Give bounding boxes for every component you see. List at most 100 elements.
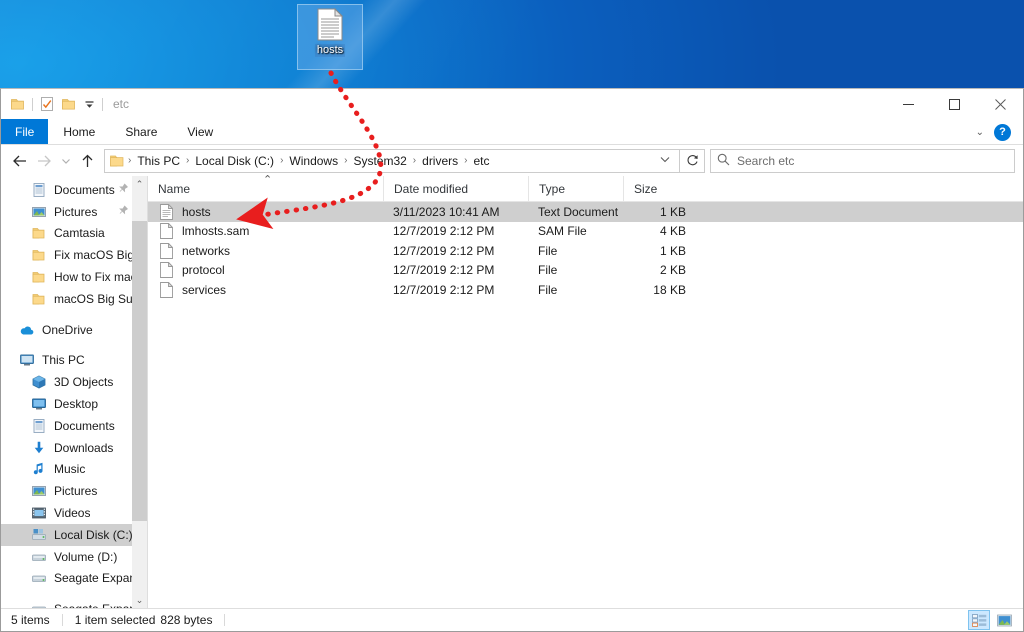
tab-home[interactable]: Home	[48, 119, 110, 144]
help-button[interactable]: ?	[994, 123, 1011, 141]
navigation-scrollbar[interactable]: ⌃ ⌄	[132, 176, 147, 608]
recent-locations-button[interactable]	[57, 148, 75, 173]
new-folder-icon[interactable]	[61, 96, 77, 112]
scrollbar-thumb[interactable]	[132, 221, 147, 521]
music-icon	[31, 461, 47, 477]
file-name: services	[182, 282, 227, 297]
file-type-cell: File	[538, 282, 558, 297]
breadcrumb-this-pc[interactable]: This PC	[132, 150, 185, 172]
maximize-button[interactable]	[931, 89, 977, 119]
refresh-button[interactable]	[680, 148, 705, 173]
sidebar-item-pictures-quick[interactable]: Pictures	[1, 201, 147, 223]
scroll-down-arrow-icon[interactable]: ⌄	[132, 592, 147, 608]
scrollbar-track[interactable]	[132, 192, 147, 592]
drive-icon	[31, 570, 47, 586]
breadcrumb-local-disk[interactable]: Local Disk (C:)	[190, 150, 279, 172]
close-button[interactable]	[977, 89, 1023, 119]
pictures-icon	[31, 483, 47, 499]
sidebar-item-desktop[interactable]: Desktop	[1, 393, 147, 415]
tab-view[interactable]: View	[172, 119, 228, 144]
generic-file-icon	[160, 242, 174, 259]
table-row[interactable]: networks 12/7/2019 2:12 PM File 1 KB	[148, 241, 1023, 261]
tab-file[interactable]: File	[1, 119, 49, 144]
sidebar-item-pictures[interactable]: Pictures	[1, 480, 147, 502]
file-name-cell: networks	[148, 242, 383, 259]
sidebar-item-3d-objects[interactable]: 3D Objects	[1, 371, 147, 393]
large-icons-view-button[interactable]	[993, 610, 1015, 630]
sidebar-item-downloads[interactable]: Downloads	[1, 437, 147, 459]
up-button[interactable]	[75, 148, 100, 173]
onedrive-icon	[19, 322, 35, 338]
sidebar-item-label: OneDrive	[42, 322, 93, 337]
sidebar-item-camtasia[interactable]: Camtasia	[1, 223, 147, 245]
sidebar-item-videos[interactable]: Videos	[1, 502, 147, 524]
table-row[interactable]: services 12/7/2019 2:12 PM File 18 KB	[148, 280, 1023, 300]
column-header-name[interactable]: Name ⌃	[148, 173, 383, 202]
tab-share[interactable]: Share	[110, 119, 172, 144]
table-row[interactable]: hosts 3/11/2023 10:41 AM Text Document 1…	[148, 202, 1023, 222]
back-button[interactable]	[7, 148, 32, 173]
sidebar-item-fix-macos-big-sur[interactable]: Fix macOS Big S	[1, 244, 147, 266]
column-header-size[interactable]: Size	[623, 175, 698, 202]
breadcrumb-drivers[interactable]: drivers	[417, 150, 463, 172]
breadcrumb-etc[interactable]: etc	[469, 150, 495, 172]
sidebar-item-this-pc[interactable]: This PC	[1, 350, 147, 372]
file-date-cell: 12/7/2019 2:12 PM	[393, 243, 495, 258]
sidebar-item-label: macOS Big Sur I	[54, 291, 144, 306]
search-box[interactable]: Search etc	[710, 148, 1015, 173]
minimize-button[interactable]	[885, 89, 931, 119]
folder-icon	[31, 225, 47, 241]
address-dropdown-icon[interactable]	[653, 155, 677, 166]
sidebar-item-documents[interactable]: Documents	[1, 415, 147, 437]
table-row[interactable]: lmhosts.sam 12/7/2019 2:12 PM SAM File 4…	[148, 222, 1023, 242]
folder-icon[interactable]	[10, 96, 26, 112]
properties-icon[interactable]	[39, 96, 55, 112]
file-name-cell: services	[148, 281, 383, 298]
sidebar-item-documents-quick[interactable]: Documents	[1, 179, 147, 201]
documents-icon	[31, 418, 47, 434]
sidebar-item-label: Documents	[54, 182, 115, 197]
sidebar-item-how-to-fix-macos[interactable]: How to Fix mac	[1, 266, 147, 288]
local-disk-icon	[31, 527, 47, 543]
sidebar-item-onedrive[interactable]: OneDrive	[1, 319, 147, 341]
column-header-date-modified[interactable]: Date modified	[383, 175, 528, 202]
search-icon	[717, 153, 730, 169]
nav-group-gap	[1, 589, 147, 598]
breadcrumb-system32[interactable]: System32	[348, 150, 411, 172]
scroll-up-arrow-icon[interactable]: ⌃	[132, 176, 147, 192]
sidebar-item-seagate-expansion-2[interactable]: Seagate Expansion	[1, 598, 147, 608]
sidebar-item-local-disk-c[interactable]: Local Disk (C:)	[1, 523, 147, 546]
sidebar-item-label: Camtasia	[54, 226, 105, 241]
file-type-cell: File	[538, 243, 558, 258]
sidebar-item-macos-big-sur-iso[interactable]: macOS Big Sur I	[1, 288, 147, 310]
file-size-cell: 1 KB	[659, 204, 686, 219]
sidebar-item-label: Volume (D:)	[54, 549, 118, 564]
sidebar-item-label: Documents	[54, 418, 115, 433]
generic-file-icon	[160, 223, 174, 240]
sidebar-item-volume-d[interactable]: Volume (D:)	[1, 546, 147, 568]
status-separator	[61, 614, 63, 626]
customize-qat-dropdown-icon[interactable]	[83, 96, 96, 112]
sort-ascending-icon: ⌃	[263, 173, 273, 186]
table-row[interactable]: protocol 12/7/2019 2:12 PM File 2 KB	[148, 261, 1023, 281]
this-pc-icon	[19, 352, 35, 368]
breadcrumb-windows[interactable]: Windows	[284, 150, 343, 172]
title-bar: etc	[1, 89, 1023, 119]
details-view-button[interactable]	[968, 610, 990, 630]
file-size-cell: 1 KB	[659, 243, 686, 258]
pin-icon	[114, 182, 130, 198]
column-label: Type	[539, 181, 566, 196]
file-type-cell: Text Document	[538, 204, 619, 219]
breadcrumb-folder-icon	[110, 154, 125, 167]
desktop-icon-label: hosts	[314, 44, 346, 57]
file-explorer-window: etc File Home Share View ⌄ ? › This PC ›…	[0, 88, 1024, 632]
column-header-type[interactable]: Type	[528, 175, 623, 202]
nav-group-gap	[1, 310, 147, 319]
breadcrumb-address-field[interactable]: › This PC › Local Disk (C:) › Windows › …	[104, 148, 680, 173]
desktop-icon-hosts[interactable]: hosts	[297, 4, 363, 70]
sidebar-item-seagate-expansion-1[interactable]: Seagate Expansi	[1, 568, 147, 590]
file-date-cell: 12/7/2019 2:12 PM	[393, 282, 495, 297]
sidebar-item-label: How to Fix mac	[54, 270, 137, 285]
sidebar-item-music[interactable]: Music	[1, 459, 147, 481]
chevron-down-icon[interactable]: ⌄	[971, 127, 989, 138]
